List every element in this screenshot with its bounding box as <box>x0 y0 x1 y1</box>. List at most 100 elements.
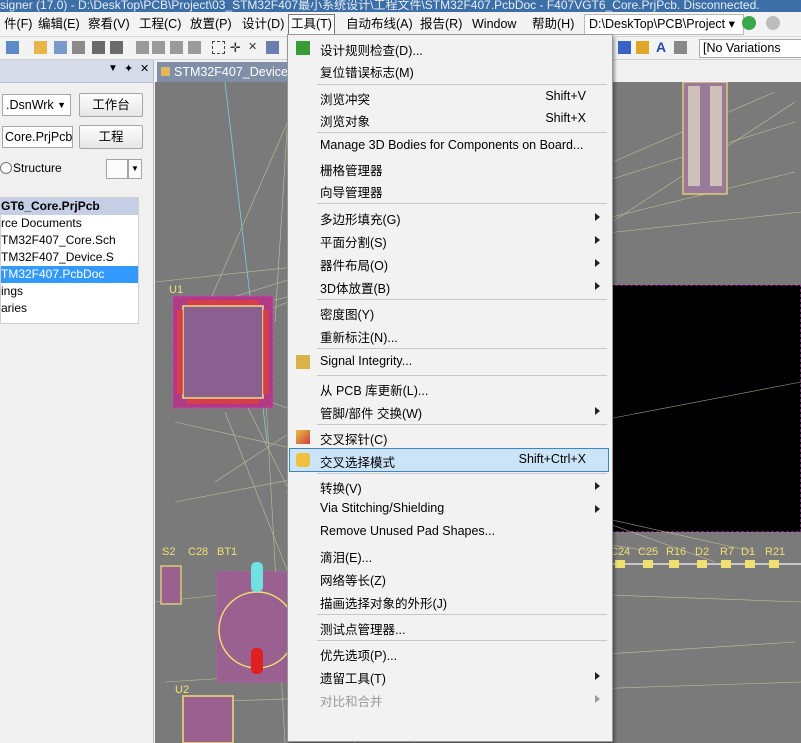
menu-item-label: 平面分割(S) <box>320 236 387 250</box>
panel-close-icon[interactable]: ✕ <box>140 62 149 75</box>
menu-separator <box>317 473 607 474</box>
menu-edit[interactable]: 编辑(E) <box>36 15 82 33</box>
menu-item-density-map[interactable]: 密度图(Y) <box>290 301 608 323</box>
cut-icon[interactable] <box>136 41 149 54</box>
menu-item-component-placement[interactable]: 器件布局(O) <box>290 252 608 274</box>
designator-d1: D1 <box>741 546 756 558</box>
rectangle-icon[interactable] <box>618 41 631 54</box>
cross-probe-icon[interactable] <box>266 41 279 54</box>
save-icon[interactable] <box>54 41 67 54</box>
menu-item-label: 优先选项(P)... <box>320 649 398 663</box>
variations-combo[interactable]: [No Variations <box>699 39 801 58</box>
menu-separator <box>317 84 607 85</box>
submenu-arrow-icon <box>595 259 600 267</box>
nav-forward-icon[interactable] <box>766 16 780 30</box>
menu-item-signal-integrity[interactable]: Signal Integrity... <box>290 351 608 373</box>
project-path-combo[interactable]: D:\DeskTop\PCB\Project ▾ <box>584 14 744 35</box>
nav-back-icon[interactable] <box>742 16 756 30</box>
menu-reports[interactable]: 报告(R) <box>418 15 464 33</box>
menu-item-legacy-tools[interactable]: 遗留工具(T) <box>290 665 608 687</box>
add-dropdown-icon[interactable]: ▼ <box>128 159 142 179</box>
menu-item-equalize-net-lengths[interactable]: 网络等长(Z) <box>290 567 608 589</box>
structure-radio[interactable] <box>0 162 12 174</box>
menu-item-via-stitching[interactable]: Via Stitching/Shielding <box>290 498 608 520</box>
menu-item-browse-objects[interactable]: 浏览对象 Shift+X <box>290 108 608 130</box>
menu-item-reset-error-markers[interactable]: 复位错误标志(M) <box>290 59 608 81</box>
menu-item-update-from-pcb-library[interactable]: 从 PCB 库更新(L)... <box>290 377 608 399</box>
menu-file[interactable]: 件(F) <box>2 15 34 33</box>
designator-c24: C24 <box>610 546 631 558</box>
menu-place[interactable]: 放置(P) <box>188 15 234 33</box>
add-document-icon[interactable] <box>106 159 128 179</box>
workspace-combo[interactable]: .DsnWrk ▼ <box>2 94 71 116</box>
menu-item-outline-selected-objects[interactable]: 描画选择对象的外形(J) <box>290 590 608 612</box>
menu-item-polygon-pours[interactable]: 多边形填充(G) <box>290 206 608 228</box>
menu-window[interactable]: Window <box>470 15 518 33</box>
project-button[interactable]: 工程 <box>79 125 143 149</box>
project-combo[interactable]: Core.PrjPcb <box>2 126 73 148</box>
tree-item-source-documents[interactable]: rce Documents <box>1 215 138 232</box>
menu-item-teardrops[interactable]: 滴泪(E)... <box>290 544 608 566</box>
menu-view[interactable]: 察看(V) <box>86 15 132 33</box>
menu-separator <box>317 375 607 376</box>
zoom-area-icon[interactable] <box>110 41 123 54</box>
menu-item-re-annotate[interactable]: 重新标注(N)... <box>290 324 608 346</box>
new-icon[interactable] <box>6 41 19 54</box>
component-icon[interactable] <box>674 41 687 54</box>
menu-item-testpoint-manager[interactable]: 测试点管理器... <box>290 616 608 638</box>
tree-item-libraries[interactable]: aries <box>1 300 138 317</box>
panel-pin-icon[interactable]: ✦ <box>124 62 133 75</box>
designator-c28: C28 <box>188 546 209 558</box>
menu-separator <box>317 640 607 641</box>
copy-icon[interactable] <box>152 41 165 54</box>
menu-item-label: 密度图(Y) <box>320 308 375 322</box>
print-icon[interactable] <box>72 41 85 54</box>
zoom-icon[interactable] <box>92 41 105 54</box>
menu-item-label: Manage 3D Bodies for Components on Board… <box>320 138 584 152</box>
menu-item-cross-select-mode[interactable]: 交叉选择模式 Shift+Ctrl+X <box>289 448 609 472</box>
tree-item-settings[interactable]: ings <box>1 283 138 300</box>
menu-item-3d-body-placement[interactable]: 3D体放置(B) <box>290 275 608 297</box>
tree-item-pcbdoc[interactable]: TM32F407.PcbDoc <box>1 266 138 283</box>
menu-design[interactable]: 设计(D) <box>240 15 286 33</box>
text-icon[interactable]: A <box>656 40 669 54</box>
designator-r16: R16 <box>666 546 687 558</box>
menu-item-design-rule-check[interactable]: 设计规则检查(D)... <box>290 37 608 59</box>
menu-item-split-planes[interactable]: 平面分割(S) <box>290 229 608 251</box>
menu-separator <box>317 132 607 133</box>
menu-tools[interactable]: 工具(T) <box>288 14 335 35</box>
menu-item-convert[interactable]: 转换(V) <box>290 475 608 497</box>
chart-icon[interactable] <box>636 41 649 54</box>
submenu-arrow-icon <box>595 505 600 513</box>
tree-item-device-sch[interactable]: TM32F407_Device.S <box>1 249 138 266</box>
menu-item-guide-manager[interactable]: 向导管理器 <box>290 179 608 201</box>
deselect-icon[interactable]: ✕ <box>248 41 261 54</box>
tree-item-project[interactable]: GT6_Core.PrjPcb <box>1 198 138 215</box>
window-title-bar: signer (17.0) - D:\DeskTop\PCB\Project\0… <box>0 0 801 12</box>
workspace-button[interactable]: 工作台 <box>79 93 143 117</box>
menu-item-cross-probe[interactable]: 交叉探针(C) <box>290 426 608 448</box>
menu-help[interactable]: 帮助(H) <box>530 15 576 33</box>
rubber-stamp-icon[interactable] <box>188 41 201 54</box>
menu-project[interactable]: 工程(C) <box>137 15 183 33</box>
tab-device-sch[interactable]: STM32F407_Device.Sch <box>157 62 313 82</box>
menu-item-browse-violations[interactable]: 浏览冲突 Shift+V <box>290 86 608 108</box>
paste-icon[interactable] <box>170 41 183 54</box>
window-title: signer (17.0) - D:\DeskTop\PCB\Project\0… <box>0 0 760 12</box>
menu-item-pin-part-swapping[interactable]: 管脚/部件 交换(W) <box>290 400 608 422</box>
menu-item-remove-unused-pad-shapes[interactable]: Remove Unused Pad Shapes... <box>290 521 608 543</box>
menu-item-grid-manager[interactable]: 栅格管理器 <box>290 157 608 179</box>
select-area-icon[interactable] <box>212 41 225 54</box>
menu-item-preferences[interactable]: 优先选项(P)... <box>290 642 608 664</box>
menu-item-label: Signal Integrity... <box>320 354 413 368</box>
menu-item-label: 复位错误标志(M) <box>320 66 414 80</box>
menu-autoroute[interactable]: 自动布线(A) <box>344 15 415 33</box>
tree-item-core-sch[interactable]: TM32F407_Core.Sch <box>1 232 138 249</box>
menu-item-label: 3D体放置(B) <box>320 282 391 296</box>
drc-icon <box>296 41 310 55</box>
open-icon[interactable] <box>34 41 47 54</box>
panel-dropdown-icon[interactable]: ▼ <box>108 63 118 74</box>
move-icon[interactable]: ✛ <box>230 41 243 54</box>
workspace-combo-value: .DsnWrk <box>6 98 54 112</box>
menu-item-manage-3d-bodies[interactable]: Manage 3D Bodies for Components on Board… <box>290 135 608 157</box>
